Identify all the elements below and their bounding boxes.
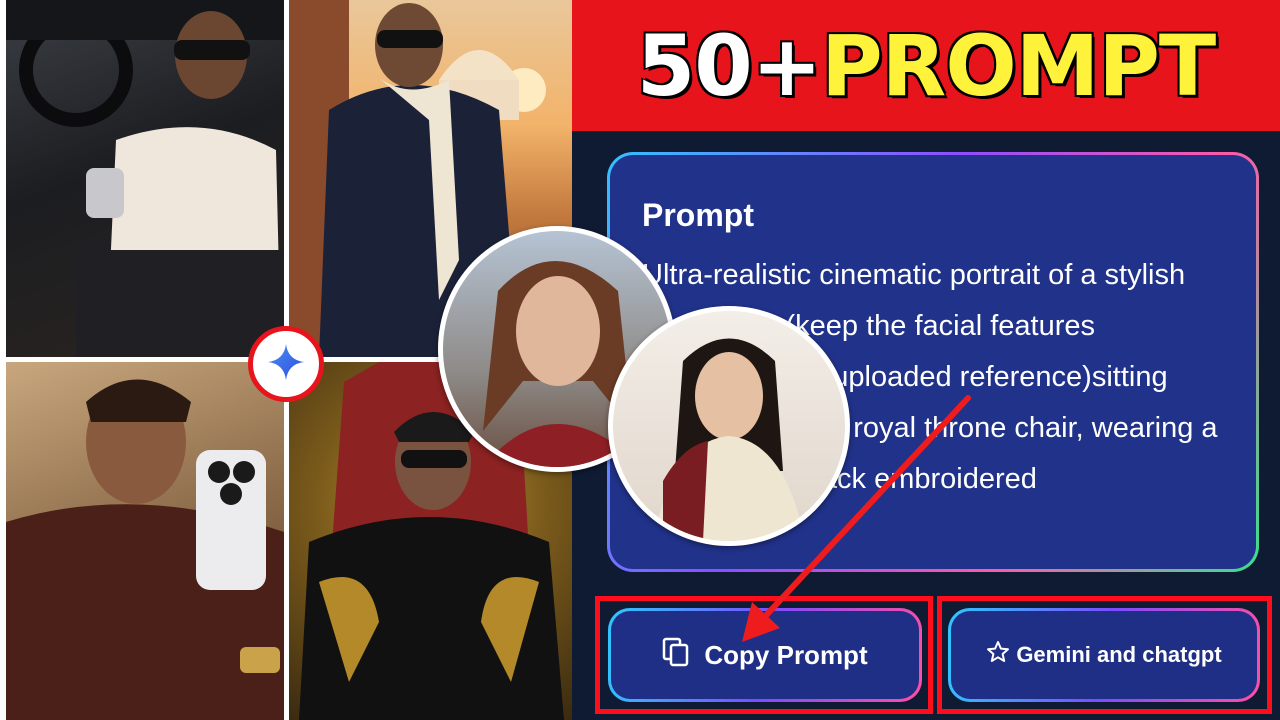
red-arrow-annotation (742, 395, 971, 642)
